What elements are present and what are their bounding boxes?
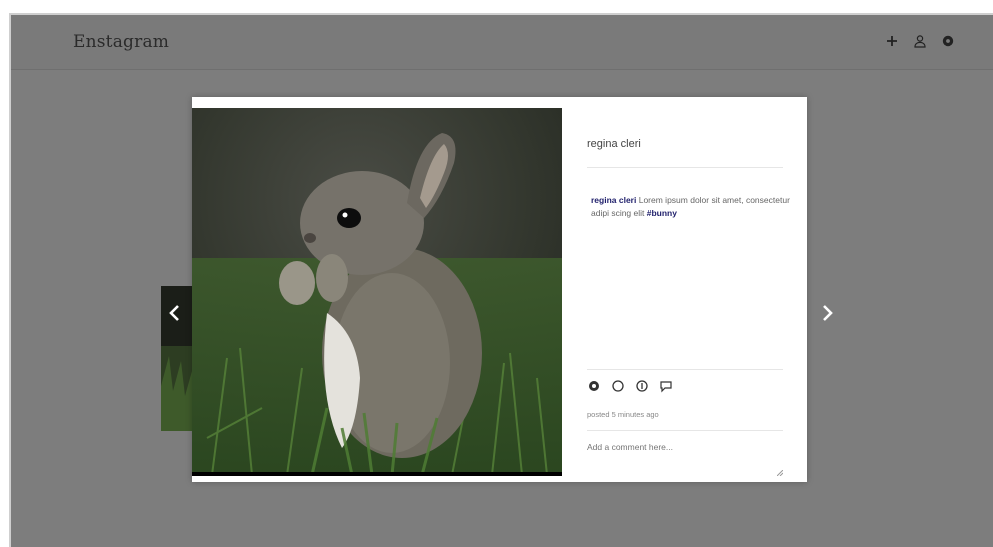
user-icon[interactable] [913,34,927,48]
like-icon[interactable] [587,379,601,393]
chat-bubble-icon[interactable] [659,379,673,393]
post-timestamp: posted 5 minutes ago [587,410,659,419]
post-caption: regina cleri Lorem ipsum dolor sit amet,… [591,194,806,220]
share-icon[interactable] [635,379,649,393]
comment-icon[interactable] [611,379,625,393]
chevron-left-icon[interactable] [165,302,185,324]
brand-logo[interactable]: Enstagram [73,32,169,52]
resize-handle-icon[interactable] [777,470,783,476]
settings-icon[interactable] [941,34,955,48]
post-actions [587,379,673,393]
divider [587,430,783,431]
top-icons [885,34,955,48]
post-details-panel: regina cleri regina cleri Lorem ipsum do… [577,97,807,482]
post-modal: regina cleri regina cleri Lorem ipsum do… [192,97,807,482]
comment-input[interactable] [587,442,777,466]
plus-icon[interactable] [885,34,899,48]
chevron-right-icon[interactable] [817,302,837,324]
post-photo [192,108,562,475]
divider [587,369,783,370]
post-username[interactable]: regina cleri [587,138,641,150]
divider [587,167,783,168]
photo-bottom-bar [192,472,562,476]
top-bar: Enstagram [11,15,993,70]
caption-hashtag[interactable]: #bunny [644,208,677,218]
caption-author[interactable]: regina cleri [591,195,636,205]
